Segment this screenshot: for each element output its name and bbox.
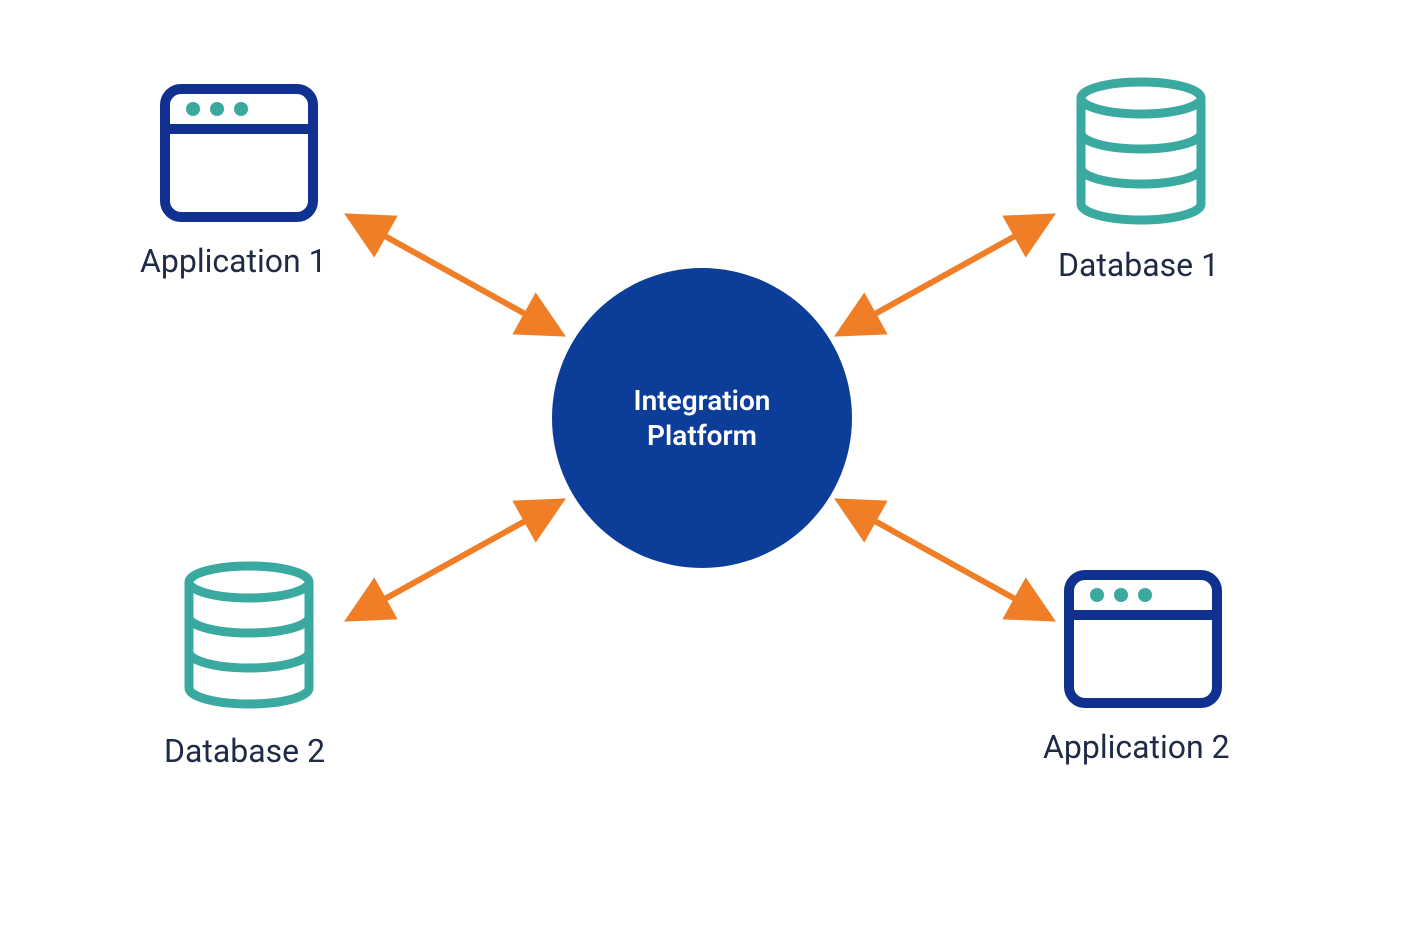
hub-label: Integration Platform — [634, 383, 771, 453]
connector-arrow — [855, 225, 1035, 325]
node-label-app2: Application 2 — [1043, 728, 1230, 766]
database-icon — [179, 560, 319, 710]
node-label-db1: Database 1 — [1058, 246, 1219, 284]
database-icon — [1071, 76, 1211, 226]
connector-arrow — [365, 225, 545, 325]
node-label-db2: Database 2 — [164, 732, 325, 770]
application-icon — [1063, 569, 1223, 709]
hub-node: Integration Platform — [552, 268, 852, 568]
node-label-app1: Application 1 — [140, 242, 327, 280]
connector-arrow — [855, 510, 1035, 610]
diagram-canvas: Integration Platform Application 1 Datab… — [0, 0, 1404, 936]
connector-arrow — [365, 510, 545, 610]
application-icon — [159, 83, 319, 223]
